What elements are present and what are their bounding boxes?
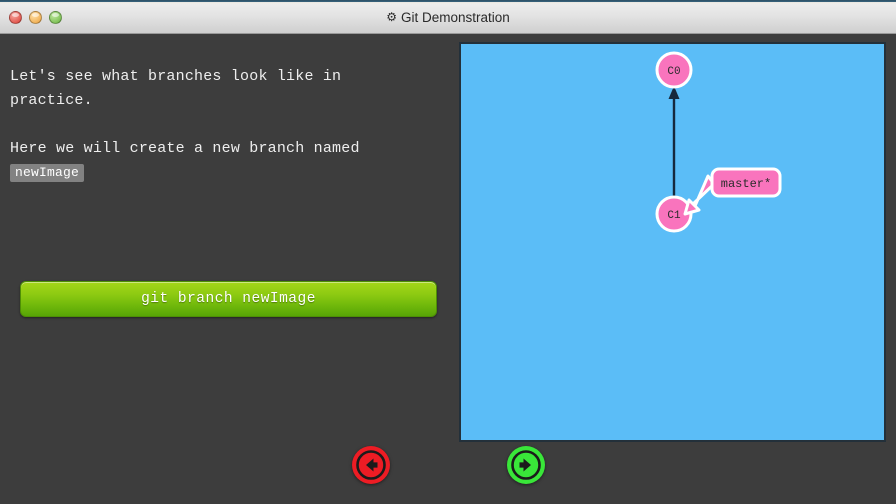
back-arrow-button[interactable]	[352, 446, 390, 484]
window-title-text: Git Demonstration	[400, 10, 510, 25]
forward-arrow-button[interactable]	[507, 446, 545, 484]
dialog-paragraph-2: Here we will create a new branch named n…	[10, 137, 430, 185]
branch-label-master[interactable]: master*	[710, 167, 782, 198]
git-demonstration-window: ⚙ Git Demonstration Let's see what branch…	[0, 0, 896, 504]
back-arrow-icon	[356, 450, 386, 480]
dialog-paragraph-1: Let's see what branches look like in pra…	[10, 68, 342, 109]
commit-node-c0[interactable]: C0	[655, 51, 693, 89]
branch-label-master-text: master*	[721, 177, 771, 191]
commit-tree-svg: C0 C1 master*	[655, 51, 782, 233]
commit-node-c0-label: C0	[667, 66, 680, 78]
window-title: ⚙ Git Demonstration	[0, 10, 896, 25]
git-branch-command-button[interactable]: git branch newImage	[20, 281, 437, 317]
title-bar: ⚙ Git Demonstration	[0, 4, 896, 34]
gear-icon: ⚙	[386, 10, 397, 24]
branch-pointer-arrow	[683, 174, 716, 216]
dialog-text: Let's see what branches look like in pra…	[10, 65, 430, 185]
forward-arrow-icon	[511, 450, 541, 480]
dialog-paragraph-2-text: Here we will create a new branch named	[10, 140, 360, 157]
commit-node-c1-label: C1	[667, 210, 681, 222]
commit-edge-c1-c0	[668, 86, 680, 196]
inline-code-newimage: newImage	[10, 164, 85, 182]
commit-tree-panel[interactable]: C0 C1 master*	[459, 42, 886, 442]
instruction-pane: Let's see what branches look like in pra…	[0, 35, 452, 504]
